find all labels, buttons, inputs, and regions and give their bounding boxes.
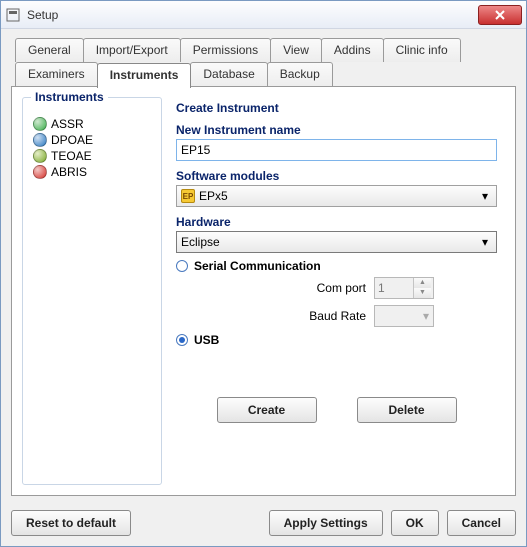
app-icon xyxy=(5,7,21,23)
list-item-label: ABRIS xyxy=(51,165,87,179)
ok-button[interactable]: OK xyxy=(391,510,439,536)
list-item-label: DPOAE xyxy=(51,133,93,147)
instruments-group: Instruments ASSR DPOAE TEOAE xyxy=(22,97,162,485)
software-label: Software modules xyxy=(176,169,497,183)
spinner-buttons: ▲ ▼ xyxy=(413,278,431,298)
comport-row: Com port ▲ ▼ xyxy=(286,277,497,299)
create-instrument-form: Create Instrument New Instrument name So… xyxy=(172,97,505,485)
comport-value xyxy=(375,281,413,295)
reset-button[interactable]: Reset to default xyxy=(11,510,131,536)
module-icon: EP xyxy=(181,189,195,203)
list-item-label: TEOAE xyxy=(51,149,92,163)
tab-addins[interactable]: Addins xyxy=(321,38,384,62)
instruments-list: ASSR DPOAE TEOAE ABRIS xyxy=(29,112,155,184)
titlebar: Setup xyxy=(1,1,526,29)
software-value: EPx5 xyxy=(199,189,228,203)
chevron-down-icon: ▾ xyxy=(423,309,429,323)
tab-instruments[interactable]: Instruments xyxy=(97,63,192,88)
delete-button[interactable]: Delete xyxy=(357,397,457,423)
name-label: New Instrument name xyxy=(176,123,497,137)
apply-button[interactable]: Apply Settings xyxy=(269,510,383,536)
radio-usb-label: USB xyxy=(194,333,219,347)
close-button[interactable] xyxy=(478,5,522,25)
globe-icon xyxy=(33,133,47,147)
hardware-value: Eclipse xyxy=(181,235,478,249)
list-item-label: ASSR xyxy=(51,117,84,131)
tabs-row-1: General Import/Export Permissions View A… xyxy=(15,37,516,61)
instruments-group-label: Instruments xyxy=(31,90,108,104)
radio-usb[interactable]: USB xyxy=(176,333,497,347)
tab-page-instruments: Instruments ASSR DPOAE TEOAE xyxy=(11,86,516,496)
list-item[interactable]: DPOAE xyxy=(31,132,153,148)
list-item[interactable]: TEOAE xyxy=(31,148,153,164)
globe-icon xyxy=(33,117,47,131)
radio-serial-label: Serial Communication xyxy=(194,259,321,273)
comport-input[interactable]: ▲ ▼ xyxy=(374,277,434,299)
radio-icon xyxy=(176,260,188,272)
tab-database[interactable]: Database xyxy=(190,62,267,87)
spin-down-icon[interactable]: ▼ xyxy=(414,288,431,298)
chevron-down-icon: ▾ xyxy=(478,189,492,203)
hardware-label: Hardware xyxy=(176,215,497,229)
tab-examiners[interactable]: Examiners xyxy=(15,62,98,87)
globe-icon xyxy=(33,149,47,163)
software-modules-dropdown[interactable]: EP EPx5 ▾ xyxy=(176,185,497,207)
baud-row: Baud Rate ▾ xyxy=(286,305,497,327)
radio-icon xyxy=(176,334,188,346)
tab-general[interactable]: General xyxy=(15,38,84,62)
cancel-button[interactable]: Cancel xyxy=(447,510,516,536)
dialog-button-bar: Reset to default Apply Settings OK Cance… xyxy=(1,504,526,546)
hardware-dropdown[interactable]: Eclipse ▾ xyxy=(176,231,497,253)
create-button[interactable]: Create xyxy=(217,397,317,423)
setup-window: Setup General Import/Export Permissions … xyxy=(0,0,527,547)
radio-serial[interactable]: Serial Communication xyxy=(176,259,497,273)
tabs-row-2: Examiners Instruments Database Backup xyxy=(15,61,516,86)
tab-permissions[interactable]: Permissions xyxy=(180,38,271,62)
tab-view[interactable]: View xyxy=(270,38,322,62)
baud-label: Baud Rate xyxy=(286,309,366,323)
content-area: General Import/Export Permissions View A… xyxy=(1,29,526,504)
tab-backup[interactable]: Backup xyxy=(267,62,333,87)
section-title: Create Instrument xyxy=(176,101,497,115)
list-item[interactable]: ABRIS xyxy=(31,164,153,180)
globe-icon xyxy=(33,165,47,179)
tab-import-export[interactable]: Import/Export xyxy=(83,38,181,62)
chevron-down-icon: ▾ xyxy=(478,235,492,249)
instrument-name-input[interactable] xyxy=(176,139,497,161)
spin-up-icon[interactable]: ▲ xyxy=(414,278,431,288)
baud-dropdown[interactable]: ▾ xyxy=(374,305,434,327)
form-button-row: Create Delete xyxy=(176,397,497,423)
left-panel: Instruments ASSR DPOAE TEOAE xyxy=(22,97,162,485)
comport-label: Com port xyxy=(286,281,366,295)
window-title: Setup xyxy=(27,8,478,22)
list-item[interactable]: ASSR xyxy=(31,116,153,132)
tab-clinic-info[interactable]: Clinic info xyxy=(383,38,461,62)
